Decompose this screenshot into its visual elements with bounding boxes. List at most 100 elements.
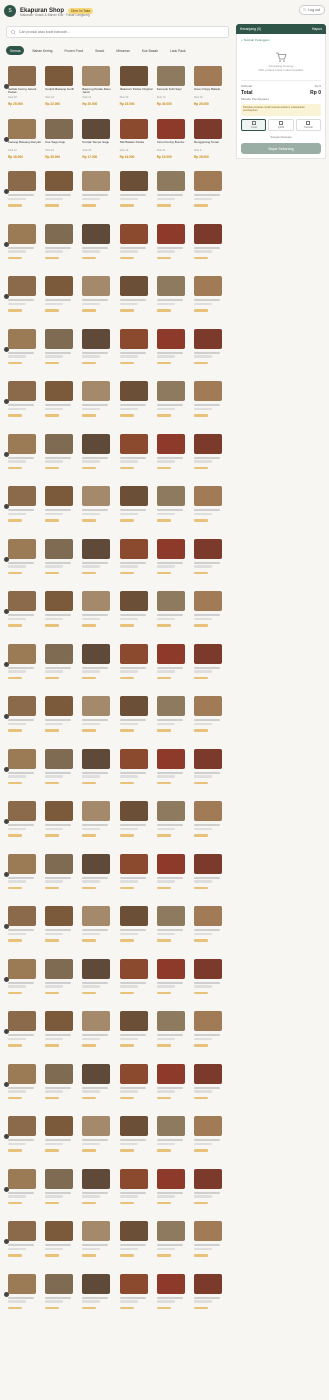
product-card[interactable] — [45, 433, 79, 487]
product-card[interactable] — [8, 853, 42, 907]
product-card[interactable] — [156, 486, 191, 539]
product-card[interactable] — [8, 328, 42, 382]
product-card[interactable] — [119, 801, 154, 854]
product-card[interactable] — [45, 591, 79, 644]
product-card[interactable] — [119, 906, 154, 959]
product-card[interactable] — [45, 643, 79, 697]
search-input[interactable] — [19, 30, 219, 34]
product-card[interactable] — [156, 853, 191, 907]
product-card[interactable] — [82, 1063, 116, 1117]
product-card[interactable]: Usus Crispy Balado Stok 16 Rp 25.000 — [193, 66, 228, 119]
product-card[interactable] — [45, 748, 79, 802]
product-card[interactable] — [156, 433, 191, 487]
product-card[interactable] — [119, 591, 154, 644]
product-card[interactable]: Basreng Pedas Daun Jeruk Stok 14 Rp 20.000 — [82, 66, 116, 119]
product-card[interactable] — [82, 223, 116, 277]
tab-lauk-pauk[interactable]: Lauk Pauk — [166, 46, 190, 55]
product-card[interactable] — [119, 328, 154, 382]
product-card[interactable] — [82, 906, 116, 959]
product-card[interactable] — [119, 381, 154, 434]
product-card[interactable] — [119, 1273, 154, 1327]
product-card[interactable] — [156, 906, 191, 959]
product-card[interactable] — [45, 696, 79, 749]
product-card[interactable] — [82, 171, 116, 224]
product-card[interactable] — [119, 433, 154, 487]
product-card[interactable] — [8, 1273, 42, 1327]
product-card[interactable] — [156, 171, 191, 224]
product-card[interactable]: Seblak Kering Jeletot Pedas Stok 20 Rp 25.… — [8, 66, 42, 119]
product-card[interactable] — [82, 328, 116, 382]
product-card[interactable] — [193, 486, 228, 539]
pay-method-qris[interactable]: QRIS — [268, 119, 294, 131]
tab-snack[interactable]: Snack — [91, 46, 108, 55]
tab-semua[interactable]: Semua — [6, 46, 25, 55]
product-card[interactable] — [45, 1063, 79, 1117]
product-card[interactable] — [82, 276, 116, 329]
product-card[interactable] — [119, 1063, 154, 1117]
product-card[interactable] — [193, 643, 228, 697]
product-card[interactable] — [45, 538, 79, 592]
product-card[interactable] — [193, 538, 228, 592]
product-card[interactable] — [8, 1168, 42, 1222]
product-card[interactable] — [193, 591, 228, 644]
product-card[interactable] — [119, 958, 154, 1012]
product-card[interactable] — [82, 1116, 116, 1169]
product-card[interactable] — [45, 958, 79, 1012]
clear-cart-button[interactable]: Hapus — [312, 27, 322, 31]
product-card[interactable] — [8, 643, 42, 697]
product-card[interactable] — [45, 486, 79, 539]
product-card[interactable] — [8, 1116, 42, 1169]
product-card[interactable] — [45, 381, 79, 434]
product-card[interactable] — [8, 538, 42, 592]
product-card[interactable] — [193, 276, 228, 329]
product-card[interactable] — [82, 1168, 116, 1222]
product-card[interactable] — [156, 1011, 191, 1064]
product-card[interactable] — [82, 1221, 116, 1274]
product-card[interactable] — [156, 276, 191, 329]
product-card[interactable] — [193, 1063, 228, 1117]
product-card[interactable] — [45, 1273, 79, 1327]
product-card[interactable]: Makaroni Pedas Original Stok 30 Rp 15.000 — [119, 66, 154, 119]
product-card[interactable] — [82, 748, 116, 802]
product-card[interactable] — [82, 958, 116, 1012]
product-card[interactable]: Kacang Bawang Renyah Stok 22 Rp 18.000 — [8, 118, 42, 172]
product-card[interactable] — [8, 958, 42, 1012]
product-card[interactable] — [82, 486, 116, 539]
product-card[interactable] — [45, 1221, 79, 1274]
product-card[interactable] — [193, 1011, 228, 1064]
product-search[interactable] — [6, 26, 229, 38]
product-card[interactable] — [156, 958, 191, 1012]
product-card[interactable] — [193, 696, 228, 749]
product-card[interactable] — [82, 1011, 116, 1064]
product-card[interactable] — [8, 486, 42, 539]
product-card[interactable] — [193, 1116, 228, 1169]
product-card[interactable] — [8, 223, 42, 277]
product-card[interactable] — [119, 171, 154, 224]
product-card[interactable] — [193, 748, 228, 802]
product-card[interactable]: Stik Balado Pedas Stok 19 Rp 16.000 — [119, 118, 154, 172]
pay-method-tunai[interactable]: Tunai — [241, 119, 267, 131]
product-card[interactable] — [82, 1273, 116, 1327]
product-card[interactable] — [156, 381, 191, 434]
product-card[interactable] — [82, 801, 116, 854]
product-card[interactable] — [119, 538, 154, 592]
tab-kue-basah[interactable]: Kue Basah — [138, 46, 162, 55]
product-card[interactable] — [193, 1221, 228, 1274]
product-card[interactable] — [8, 1063, 42, 1117]
product-card[interactable] — [45, 906, 79, 959]
product-card[interactable] — [119, 853, 154, 907]
tab-bahan-kering[interactable]: Bahan Kering — [28, 46, 56, 55]
product-card[interactable] — [119, 223, 154, 277]
product-card[interactable] — [8, 748, 42, 802]
product-card[interactable] — [8, 696, 42, 749]
product-card[interactable] — [156, 1273, 191, 1327]
product-card[interactable] — [193, 328, 228, 382]
product-card[interactable] — [8, 1221, 42, 1274]
product-card[interactable] — [119, 696, 154, 749]
product-card[interactable]: Cimol Kering Bumbu Stok 21 Rp 15.000 — [156, 118, 191, 172]
product-card[interactable] — [45, 853, 79, 907]
product-card[interactable] — [156, 1116, 191, 1169]
product-card[interactable] — [156, 643, 191, 697]
product-card[interactable] — [8, 171, 42, 224]
product-card[interactable] — [8, 906, 42, 959]
